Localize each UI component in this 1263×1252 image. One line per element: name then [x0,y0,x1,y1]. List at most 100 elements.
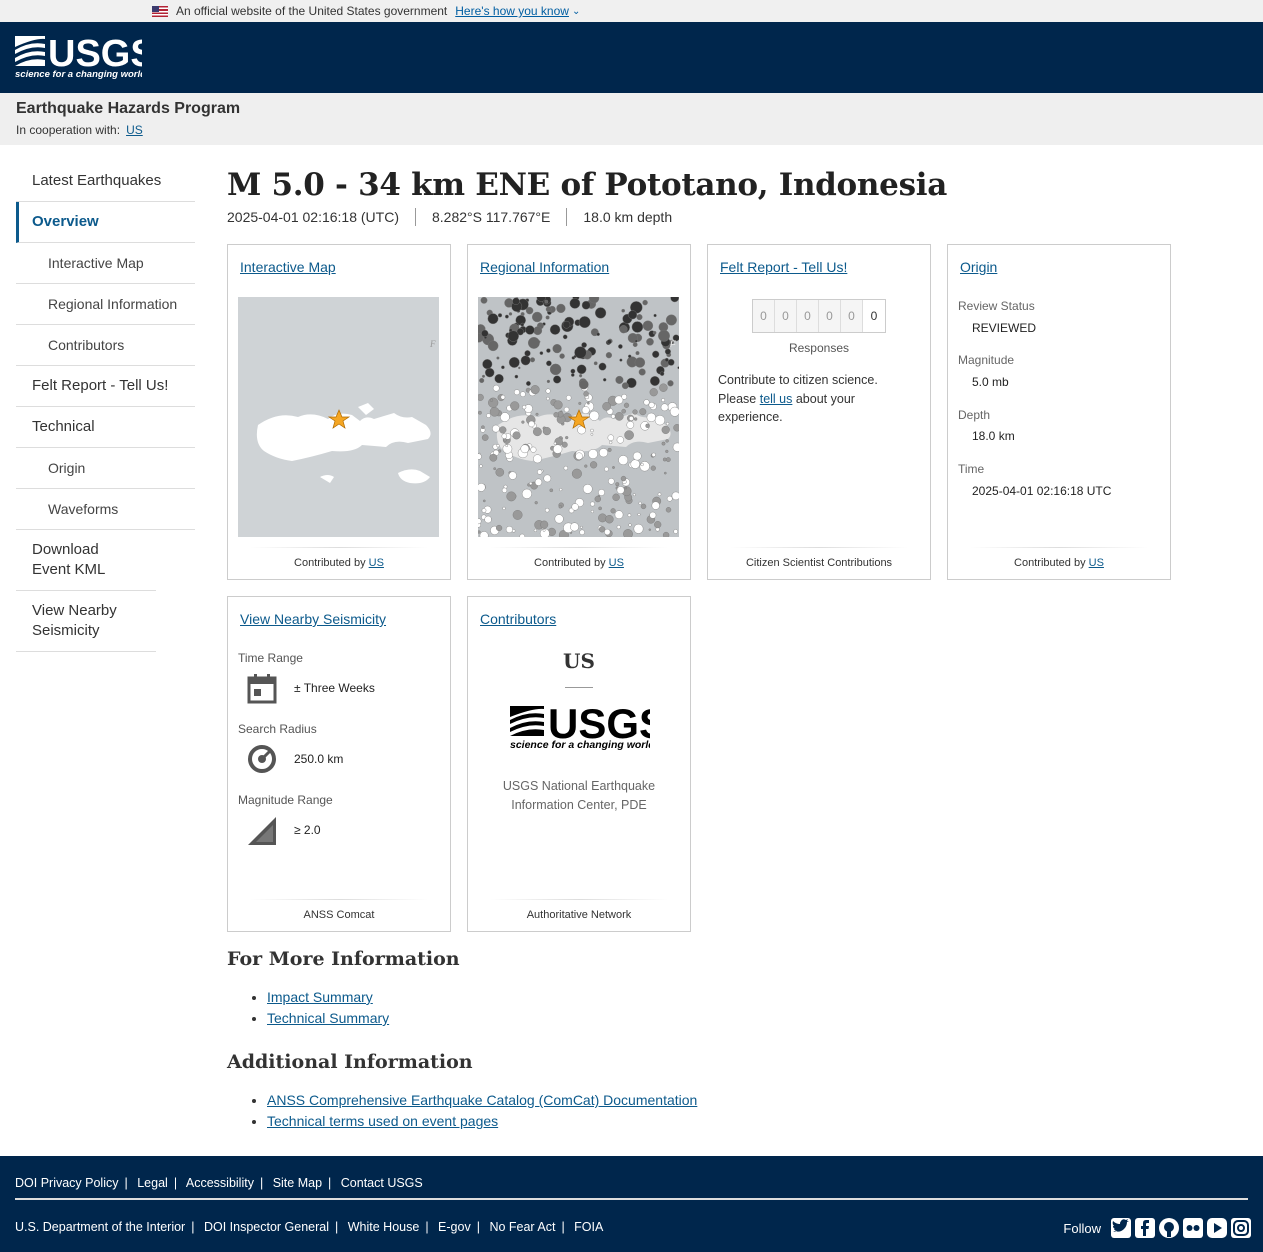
youtube-icon[interactable] [1207,1218,1227,1238]
seismicity-dot [533,528,537,532]
seismicity-dot [508,471,517,480]
sidebar-item-interactive-map[interactable]: Interactive Map [16,243,195,284]
regional-map-thumbnail[interactable]: F [478,297,679,537]
doi-privacy-link[interactable]: DOI Privacy Policy [15,1176,119,1190]
seismicity-dot [543,474,552,483]
seismicity-dot [602,378,607,382]
no-fear-act-link[interactable]: No Fear Act [489,1220,555,1234]
sidebar-item-latest-earthquakes[interactable]: Latest Earthquakes [16,161,195,202]
doi-link[interactable]: U.S. Department of the Interior [15,1220,185,1234]
seismicity-dot [478,393,484,401]
seismicity-dot [545,306,552,313]
facebook-icon[interactable] [1135,1218,1155,1238]
flickr-icon[interactable] [1183,1218,1203,1238]
origin-link[interactable]: Origin [960,259,997,275]
sidebar-item-felt-report[interactable]: Felt Report - Tell Us! [16,366,195,407]
seismicity-dot [507,330,519,342]
foia-link[interactable]: FOIA [574,1220,603,1234]
sidebar-item-waveforms[interactable]: Waveforms [16,489,195,530]
felt-report-card[interactable]: Felt Report - Tell Us! 0 0 0 0 0 0 Respo… [707,244,931,580]
felt-report-link[interactable]: Felt Report - Tell Us! [720,259,847,275]
sidebar-item-regional-information[interactable]: Regional Information [16,284,195,325]
seismicity-dot [627,354,632,358]
sidebar-item-download-kml[interactable]: Download Event KML [16,530,156,591]
egov-link[interactable]: E-gov [438,1220,471,1234]
interactive-map-link[interactable]: Interactive Map [240,259,336,275]
seismicity-dot [544,299,549,304]
seismicity-dot [562,334,568,340]
instagram-icon[interactable] [1231,1218,1251,1238]
regional-information-link[interactable]: Regional Information [480,259,609,275]
seismicity-dot [661,441,666,446]
impact-summary-link[interactable]: Impact Summary [267,989,373,1005]
github-icon[interactable] [1159,1218,1179,1238]
nearby-seismicity-link[interactable]: View Nearby Seismicity [240,611,386,627]
seismicity-dot [664,348,671,355]
accessibility-link[interactable]: Accessibility [186,1176,254,1190]
seismicity-dot [631,321,644,333]
seismicity-dot [529,481,533,486]
additional-information-section: Additional Information ANSS Comprehensiv… [227,1051,927,1132]
seismicity-dot [671,491,679,501]
seismicity-dot [489,407,500,417]
contact-usgs-link[interactable]: Contact USGS [341,1176,423,1190]
seismicity-dot [546,396,550,401]
seismicity-dot [521,488,532,499]
origin-card[interactable]: Origin Review Status REVIEWED Magnitude … [947,244,1171,580]
comcat-docs-link[interactable]: ANSS Comprehensive Earthquake Catalog (C… [267,1092,697,1108]
site-map-link[interactable]: Site Map [273,1176,322,1190]
seismicity-dot [639,408,647,416]
seismicity-dot [626,421,635,429]
seismicity-dot [524,350,531,357]
seismicity-dot [612,466,615,469]
technical-summary-link[interactable]: Technical Summary [267,1010,389,1026]
seismicity-dot [590,428,594,433]
seismicity-dot [483,499,486,503]
seismicity-dot [664,357,669,362]
seismicity-dot [495,467,505,477]
seismicity-dot [544,507,550,513]
seismicity-dot [673,424,679,432]
counter-digit: 0 [753,300,775,332]
nearby-seismicity-card[interactable]: View Nearby Seismicity Time Range ± Thre… [227,596,451,932]
contributor-link[interactable]: US [609,557,624,569]
sidebar-item-overview[interactable]: Overview [16,202,195,243]
sidebar-item-origin[interactable]: Origin [16,448,195,489]
seismicity-dot [494,373,504,384]
tell-us-link[interactable]: tell us [760,392,793,406]
technical-terms-link[interactable]: Technical terms used on event pages [267,1113,498,1129]
doi-ig-link[interactable]: DOI Inspector General [204,1220,329,1234]
interactive-map-card[interactable]: Interactive Map F Contributed by US [227,244,451,580]
seismicity-dot [559,353,565,359]
seismicity-dot [514,389,520,396]
seismicity-dot [510,401,520,411]
contributors-card[interactable]: Contributors US USGS science for a chang… [467,596,691,932]
interactive-map-thumbnail[interactable]: F [238,297,439,537]
regional-information-card[interactable]: Regional Information F Contributed by US [467,244,691,580]
contributor-link[interactable]: US [369,557,384,569]
seismicity-dot [665,439,669,443]
follow-label: Follow [1063,1220,1101,1236]
legal-link[interactable]: Legal [137,1176,168,1190]
sidebar-item-nearby-seismicity[interactable]: View Nearby Seismicity [16,591,156,652]
seismicity-dot [481,434,489,441]
sidebar-item-technical[interactable]: Technical [16,407,195,448]
felt-description: Contribute to citizen science. Please te… [718,373,878,424]
seismicity-dot [520,444,530,454]
white-house-link[interactable]: White House [348,1220,420,1234]
contributor-link[interactable]: US [1089,557,1104,569]
svg-text:F: F [429,339,436,349]
contributors-link[interactable]: Contributors [480,611,556,627]
seismicity-dot [667,358,675,366]
seismicity-dot [616,436,624,444]
usgs-logo[interactable]: USGS science for a changing world [15,32,142,88]
seismicity-dot [612,493,620,502]
seismicity-dot [661,398,666,403]
seismicity-dot [628,523,632,527]
coop-link[interactable]: US [126,123,143,137]
seismicity-dot [621,408,626,414]
sidebar-item-contributors[interactable]: Contributors [16,325,195,366]
seismicity-dot [533,427,542,437]
how-you-know-link[interactable]: Here's how you know [455,4,569,18]
twitter-icon[interactable] [1111,1218,1131,1238]
